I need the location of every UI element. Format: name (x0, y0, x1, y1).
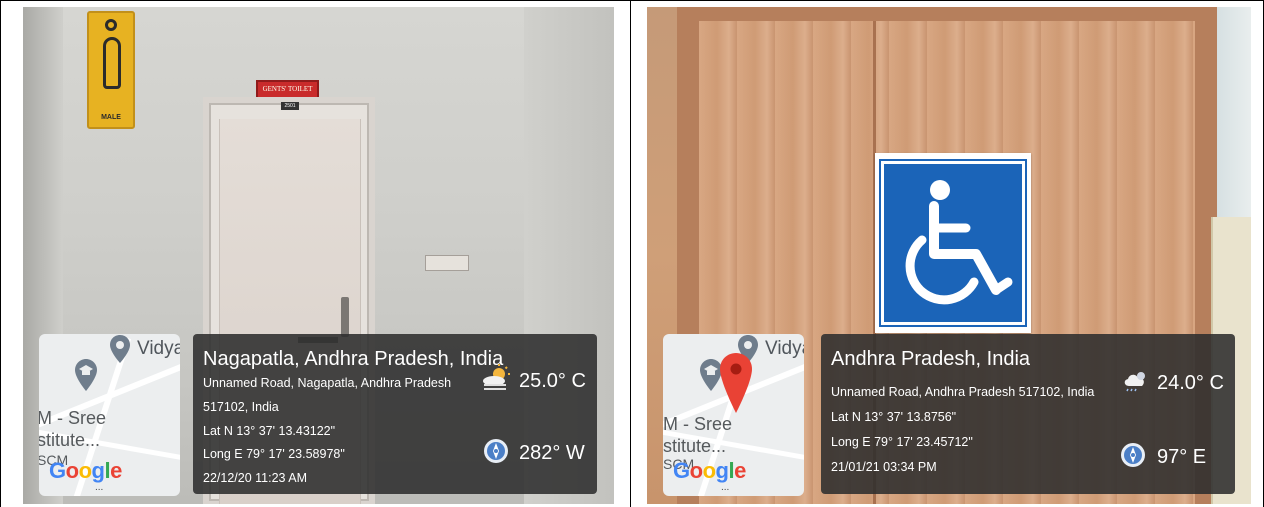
accessible-toilet-photo: Vidya M - Sree stitute... SCM Google ...… (647, 7, 1251, 504)
address-line: Unnamed Road, Nagapatla, Andhra Pradesh (203, 376, 452, 390)
wheelchair-icon (905, 180, 1013, 305)
school-pin-icon (75, 359, 97, 391)
map-place-label: Vidya (765, 338, 804, 359)
place-title: Andhra Pradesh, India (831, 348, 1031, 370)
temperature: 25.0° C (519, 370, 586, 392)
latitude: Lat N 13° 37' 13.8756" (831, 410, 957, 424)
place-title: Nagapatla, Andhra Pradesh, India (203, 348, 504, 370)
door-handle (341, 297, 349, 337)
map-place-label: M - Sree (663, 414, 733, 434)
wheelchair-sign (875, 153, 1031, 333)
table-border-middle (630, 0, 631, 507)
map-place-label: M - Sree (39, 408, 107, 428)
table-border-left (0, 0, 1, 507)
map-ellipsis: ... (721, 482, 730, 493)
address-line: Unnamed Road, Andhra Pradesh 517102, Ind… (831, 385, 1095, 399)
wheelchair-sign-field (879, 159, 1027, 327)
map-place-label: stitute... (663, 436, 727, 456)
address-line: 517102, India (203, 400, 279, 414)
temperature: 24.0° C (1157, 372, 1224, 394)
gents-toilet-photo: MALE GENTS' TOILET 2501 Vidya M - Sree s… (23, 7, 614, 504)
map-pin-icon (110, 335, 130, 363)
partly-sunny-icon (483, 364, 510, 390)
compass-icon (1121, 443, 1145, 467)
table-border-top (0, 0, 1264, 1)
map-thumbnail: Vidya M - Sree stitute... SCM Google ... (663, 334, 804, 496)
room-number-plate: 2501 (281, 102, 299, 110)
compass-direction: 282° W (519, 442, 585, 464)
map-ellipsis: ... (95, 482, 104, 493)
latitude: Lat N 13° 37' 13.43122" (203, 424, 336, 438)
male-head-icon (105, 19, 117, 31)
google-logo: Google (673, 458, 746, 483)
google-logo: Google (49, 458, 122, 483)
gps-info-overlay: Nagapatla, Andhra Pradesh, India Unnamed… (193, 334, 597, 494)
gps-info-overlay: Andhra Pradesh, India Unnamed Road, Andh… (821, 334, 1235, 494)
male-sign: MALE (87, 11, 135, 129)
longitude: Long E 79° 17' 23.58978" (203, 447, 345, 461)
datetime: 22/12/20 11:23 AM (203, 471, 308, 485)
datetime: 21/01/21 03:34 PM (831, 460, 937, 474)
longitude: Long E 79° 17' 23.45712" (831, 435, 973, 449)
current-location-pin-icon (720, 353, 752, 413)
compass-icon (484, 439, 508, 463)
switch-plate (425, 255, 469, 271)
male-sign-text: MALE (101, 114, 121, 121)
male-figure-icon (103, 37, 121, 89)
map-place-label: stitute... (39, 430, 101, 450)
map-place-label: Vidya (137, 338, 180, 359)
compass-direction: 97° E (1157, 446, 1207, 468)
map-thumbnail: Vidya M - Sree stitute... SCM Google ... (39, 334, 180, 496)
cloudy-night-icon (1124, 372, 1145, 392)
